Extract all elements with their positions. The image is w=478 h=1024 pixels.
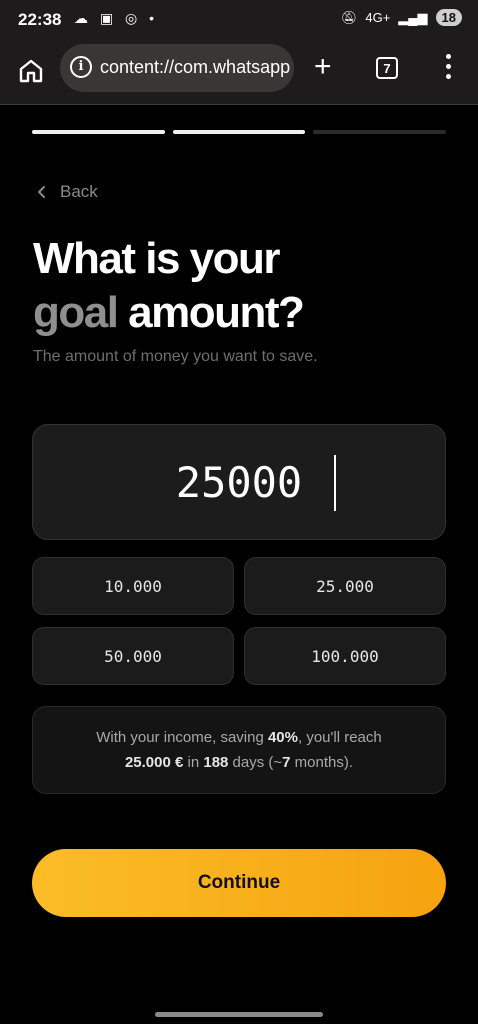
overflow-menu-icon[interactable] — [438, 54, 458, 84]
savings-projection-card: With your income, saving 40%, you'll rea… — [32, 706, 446, 794]
page-title: What is your goal amount? — [33, 232, 305, 340]
status-right: 🔕︎ 4G+ ▂▄▆ 18 — [341, 9, 462, 26]
title-rest: amount? — [117, 288, 305, 337]
target-amount: 25.000 € — [124, 754, 184, 771]
savings-rate: 40% — [267, 729, 298, 746]
address-bar[interactable]: i content://com.whatsapp — [60, 44, 294, 92]
browser-toolbar: i content://com.whatsapp + 7 — [0, 40, 478, 105]
home-icon[interactable] — [18, 58, 44, 84]
progress-step-3 — [313, 130, 447, 134]
title-highlight: goal — [33, 288, 119, 337]
projection-line-2: 25.000 € in 188 days (~7 months). — [33, 750, 445, 775]
projection-line-1: With your income, saving 40%, you'll rea… — [33, 725, 445, 750]
title-line-1: What is your — [33, 234, 281, 283]
projection-text: , you'll reach — [298, 729, 382, 746]
projection-text: in — [183, 754, 204, 771]
projection-text: days (~ — [228, 754, 283, 771]
preset-button[interactable]: 25.000 — [244, 557, 446, 615]
projection-text: months). — [290, 754, 354, 771]
continue-button[interactable]: Continue — [32, 849, 446, 917]
status-bar: 22:38 ☁ ▣ ◎ • 🔕︎ 4G+ ▂▄▆ 18 — [0, 0, 478, 40]
preset-button[interactable]: 100.000 — [244, 627, 446, 685]
back-button[interactable]: Back — [36, 182, 98, 202]
days-count: 188 — [203, 754, 229, 771]
notification-icons: ☁ ▣ ◎ • — [74, 10, 159, 26]
amount-field[interactable] — [32, 424, 446, 540]
progress-step-1 — [32, 130, 165, 134]
chevron-left-icon — [38, 186, 45, 198]
battery-indicator: 18 — [435, 9, 462, 26]
gesture-bar[interactable] — [155, 1012, 323, 1017]
preset-button[interactable]: 50.000 — [32, 627, 234, 685]
months-count: 7 — [282, 754, 291, 771]
url-text[interactable]: content://com.whatsapp — [100, 57, 290, 78]
network-label: 4G+ — [365, 10, 391, 25]
title-line-2: goal amount? — [33, 286, 305, 340]
step-progress — [32, 130, 447, 134]
projection-text: With your income, saving — [96, 729, 268, 746]
mute-icon: 🔕︎ — [340, 9, 358, 25]
preset-button[interactable]: 10.000 — [32, 557, 234, 615]
new-tab-icon[interactable]: + — [314, 52, 332, 82]
status-time: 22:38 — [18, 10, 62, 29]
info-icon[interactable]: i — [70, 56, 92, 78]
back-label: Back — [60, 182, 98, 201]
tab-switcher-button[interactable]: 7 — [376, 57, 398, 79]
signal-icon: ▂▄▆ — [398, 9, 428, 25]
progress-step-2 — [172, 130, 306, 134]
text-caret — [334, 455, 336, 511]
amount-input[interactable] — [33, 425, 445, 539]
page-subtitle: The amount of money you want to save. — [33, 348, 318, 365]
